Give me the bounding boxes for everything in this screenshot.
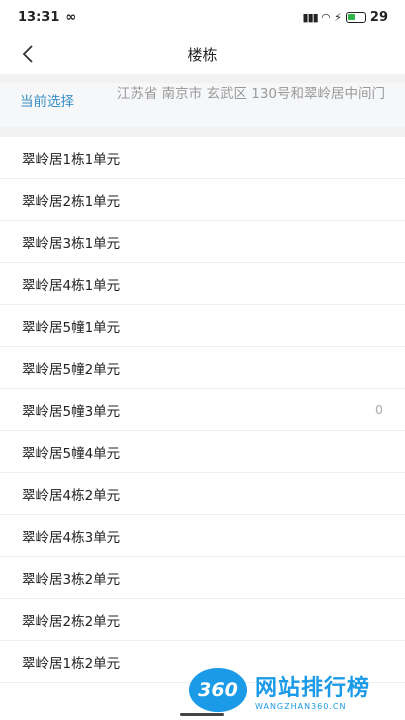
building-item-label: 翠岭居1栋1单元	[22, 151, 121, 168]
nav-bar: 楼栋	[0, 34, 405, 74]
building-item[interactable]: 翠岭居4栋3单元	[0, 515, 405, 557]
building-item-label: 翠岭居5幢4单元	[22, 445, 121, 462]
charging-icon: ⚡	[334, 10, 342, 24]
current-selection-label: 当前选择	[20, 94, 74, 110]
building-item-label: 翠岭居2栋1单元	[22, 193, 121, 210]
battery-icon	[345, 11, 366, 23]
building-item[interactable]: 翠岭居4栋1单元	[0, 263, 405, 305]
building-item[interactable]: 翠岭居5幢4单元	[0, 431, 405, 473]
building-item-label: 翠岭居5幢1单元	[22, 319, 121, 336]
building-item[interactable]: 翠岭居3栋2单元	[0, 557, 405, 599]
status-left: 13:31 ∞	[18, 10, 76, 25]
page-title: 楼栋	[187, 45, 218, 64]
signal-icon: ▮▮▮	[302, 10, 319, 24]
building-item[interactable]: 翠岭居3栋1单元	[0, 221, 405, 263]
status-right: ▮▮▮ ◠ ⚡ 29	[303, 10, 388, 25]
building-item-label: 翠岭居4栋2单元	[22, 487, 121, 504]
watermark-url: WANGZHAN360.CN	[255, 701, 347, 711]
chevron-left-icon	[22, 45, 33, 63]
building-item[interactable]: 翠岭居5幢3单元 0	[0, 389, 405, 431]
wifi-icon: ◠	[321, 10, 331, 24]
divider	[0, 127, 405, 137]
building-item[interactable]: 翠岭居2栋2单元	[0, 599, 405, 641]
building-item-count: 0	[375, 402, 383, 417]
battery-level: 29	[369, 9, 388, 25]
building-item-label: 翠岭居3栋2单元	[22, 571, 121, 588]
building-item[interactable]: 翠岭居5幢1单元	[0, 305, 405, 347]
status-bar: 13:31 ∞ ▮▮▮ ◠ ⚡ 29	[0, 0, 405, 34]
building-list: 翠岭居1栋1单元 翠岭居2栋1单元 翠岭居3栋1单元 翠岭居4栋1单元 翠岭居5幢1单元…	[0, 137, 405, 683]
status-time: 13:31	[18, 9, 60, 25]
building-item-label: 翠岭居5幢3单元	[22, 403, 121, 420]
building-item-label: 翠岭居4栋3单元	[22, 529, 121, 546]
building-item[interactable]: 翠岭居5幢2单元	[0, 347, 405, 389]
building-item[interactable]: 翠岭居1栋1单元	[0, 137, 405, 179]
building-item-label: 翠岭居1栋2单元	[22, 655, 121, 672]
watermark: 360 网站排行榜 WANGZHAN360.CN	[189, 662, 399, 718]
current-selection-value: 江苏省 南京市 玄武区 130号和翠岭居中间门	[116, 86, 385, 102]
watermark-text: 网站排行榜 WANGZHAN360.CN	[255, 670, 370, 711]
building-item[interactable]: 翠岭居4栋2单元	[0, 473, 405, 515]
building-item-label: 翠岭居4栋1单元	[22, 277, 121, 294]
home-indicator	[180, 713, 224, 716]
watermark-title: 网站排行榜	[255, 675, 371, 701]
divider	[0, 74, 405, 83]
back-button[interactable]	[14, 40, 42, 68]
building-item-label: 翠岭居3栋1单元	[22, 235, 121, 252]
current-selection: 当前选择 江苏省 南京市 玄武区 130号和翠岭居中间门	[0, 83, 405, 127]
building-item-label: 翠岭居5幢2单元	[22, 361, 121, 378]
building-item[interactable]: 翠岭居2栋1单元	[0, 179, 405, 221]
infinity-icon: ∞	[65, 9, 77, 25]
watermark-logo: 360	[189, 668, 247, 712]
building-item-label: 翠岭居2栋2单元	[22, 613, 121, 630]
